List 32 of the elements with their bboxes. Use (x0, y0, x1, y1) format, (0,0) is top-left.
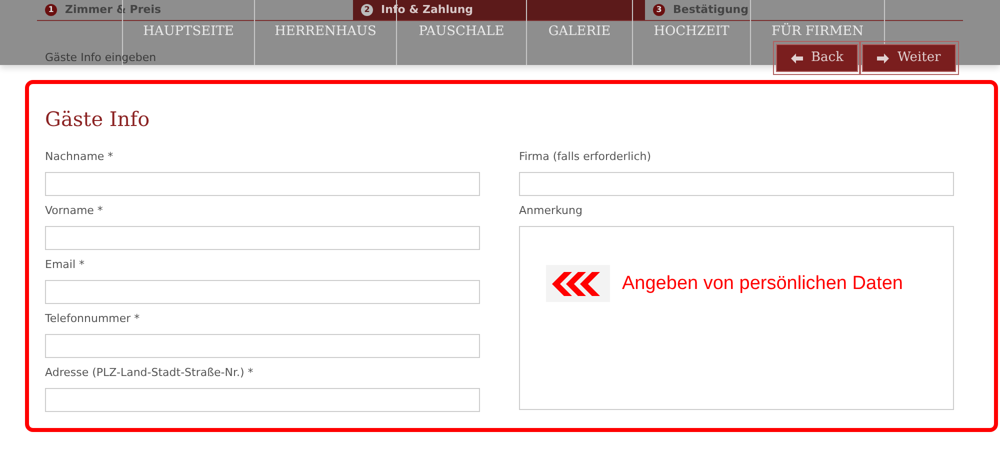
nav-link[interactable]: GALERIE (527, 21, 632, 43)
next-button[interactable]: Weiter (862, 44, 956, 72)
input-field[interactable] (45, 226, 480, 250)
back-button[interactable]: Back (776, 44, 858, 72)
nav-link[interactable]: HERRENHAUS (255, 21, 396, 43)
field-label: Firma (falls erforderlich) (519, 150, 652, 164)
breadcrumb: Gäste Info eingeben (45, 50, 156, 66)
field-label: Vorname * (45, 204, 104, 218)
step-number: 2 (361, 4, 373, 16)
annotation-text: Angeben von persönlichen Daten (622, 272, 903, 296)
input-field[interactable] (519, 172, 954, 196)
input-field[interactable] (45, 388, 480, 412)
input-field[interactable] (45, 172, 480, 196)
field-label: Nachname * (45, 150, 114, 164)
textarea-field[interactable]: Angeben von persönlichen Daten (519, 226, 954, 410)
field-label: Email * (45, 258, 86, 272)
field-label: Anmerkung (519, 204, 584, 218)
arrow-left-icon (791, 52, 803, 64)
input-field[interactable] (45, 280, 480, 304)
nav-link[interactable]: HAUPTSEITE (123, 21, 254, 43)
input-field[interactable] (45, 334, 480, 358)
section-title: Gäste Info (45, 106, 151, 132)
arrow-right-icon (877, 52, 890, 64)
step-number: 1 (45, 4, 57, 16)
field-label: Telefonnummer * (45, 312, 141, 326)
step-tab[interactable]: 3 Bestätigung (645, 0, 962, 20)
nav-link[interactable]: PAUSCHALE (397, 21, 526, 43)
field-label: Adresse (PLZ-Land-Stadt-Straße-Nr.) * (45, 366, 254, 380)
chevrons-left-icon (546, 265, 610, 302)
nav-link[interactable]: FÜR FIRMEN (751, 21, 884, 43)
step-number: 3 (653, 4, 665, 16)
nav-link[interactable]: HOCHZEIT (633, 21, 750, 43)
